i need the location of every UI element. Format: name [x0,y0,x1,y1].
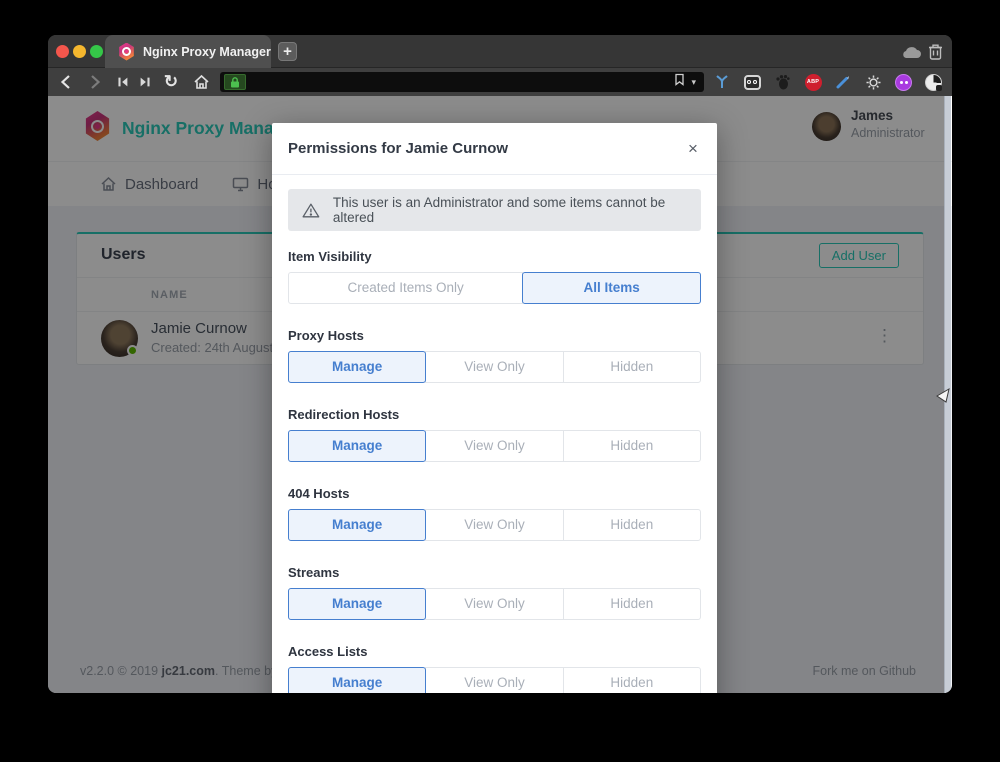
warning-triangle-icon [302,202,320,219]
modal-title: Permissions for Jamie Curnow [288,123,508,175]
option-404-hosts-view-only[interactable]: View Only [425,509,563,541]
modal-sections: Item Visibility Created Items OnlyAll Ite… [288,249,701,693]
extension-gear-icon[interactable] [864,73,882,91]
window-maximize-button[interactable] [90,45,103,58]
extension-gnome-foot-icon[interactable] [773,73,791,91]
permission-label-access-lists: Access Lists [288,644,701,659]
permission-section-redirection-hosts: Redirection Hosts ManageView OnlyHidden [288,407,701,462]
extension-adblock-plus-icon[interactable]: ABP [804,73,822,91]
skip-back-icon[interactable] [114,73,132,91]
button-group-redirection-hosts: ManageView OnlyHidden [288,430,701,462]
bookmark-dropdown-caret[interactable]: ▾ [691,77,696,88]
permission-section-404-hosts: 404 Hosts ManageView OnlyHidden [288,486,701,541]
permission-label-proxy-hosts: Proxy Hosts [288,328,701,343]
admin-warning-alert: This user is an Administrator and some i… [288,189,701,231]
trash-icon[interactable] [928,43,943,65]
option-access-lists-hidden[interactable]: Hidden [563,667,701,693]
option-redirection-hosts-hidden[interactable]: Hidden [563,430,701,462]
titlebar: Nginx Proxy Manager + [48,35,952,68]
admin-warning-text: This user is an Administrator and some i… [333,195,687,225]
forward-button[interactable] [86,73,104,91]
option-streams-manage[interactable]: Manage [288,588,426,620]
bookmark-icon[interactable] [674,73,685,91]
permission-label-item-visibility: Item Visibility [288,249,701,264]
permission-label-404-hosts: 404 Hosts [288,486,701,501]
option-streams-hidden[interactable]: Hidden [563,588,701,620]
permission-section-item-visibility: Item Visibility Created Items OnlyAll Ite… [288,249,701,304]
browser-window: Nginx Proxy Manager + ↻ [48,35,952,693]
back-button[interactable] [56,73,74,91]
permissions-modal: Permissions for Jamie Curnow × This user… [272,123,717,693]
option-404-hosts-manage[interactable]: Manage [288,509,426,541]
url-bar[interactable]: ▾ [220,72,704,92]
option-redirection-hosts-view-only[interactable]: View Only [425,430,563,462]
window-close-button[interactable] [56,45,69,58]
permission-section-streams: Streams ManageView OnlyHidden [288,565,701,620]
extension-blue-branch-icon[interactable] [713,73,731,91]
extension-container-icon[interactable] [743,73,761,91]
window-minimize-button[interactable] [73,45,86,58]
option-access-lists-view-only[interactable]: View Only [425,667,563,693]
option-item-visibility-created-items-only[interactable]: Created Items Only [288,272,523,304]
option-redirection-hosts-manage[interactable]: Manage [288,430,426,462]
permission-label-redirection-hosts: Redirection Hosts [288,407,701,422]
option-proxy-hosts-manage[interactable]: Manage [288,351,426,383]
cloud-sync-icon[interactable] [900,46,922,64]
modal-header: Permissions for Jamie Curnow × [272,123,717,175]
option-proxy-hosts-hidden[interactable]: Hidden [563,351,701,383]
option-proxy-hosts-view-only[interactable]: View Only [425,351,563,383]
option-item-visibility-all-items[interactable]: All Items [522,272,701,304]
button-group-access-lists: ManageView OnlyHidden [288,667,701,693]
permission-section-proxy-hosts: Proxy Hosts ManageView OnlyHidden [288,328,701,383]
button-group-404-hosts: ManageView OnlyHidden [288,509,701,541]
permission-section-access-lists: Access Lists ManageView OnlyHidden [288,644,701,693]
option-streams-view-only[interactable]: View Only [425,588,563,620]
browser-toolbar: ↻ ▾ ABP [48,68,952,96]
page-viewport: Nginx Proxy Manager James Administrator … [48,96,952,693]
tab-title: Nginx Proxy Manager [143,45,271,59]
option-access-lists-manage[interactable]: Manage [288,667,426,693]
reload-button[interactable]: ↻ [162,73,180,91]
skip-forward-icon[interactable] [136,73,154,91]
modal-body: This user is an Administrator and some i… [272,175,717,693]
button-group-streams: ManageView OnlyHidden [288,588,701,620]
new-tab-button[interactable]: + [278,42,297,61]
https-lock-icon[interactable] [224,74,246,90]
site-favicon [118,43,135,61]
extension-purple-circle-icon[interactable] [894,73,912,91]
button-group-item-visibility: Created Items OnlyAll Items [288,272,701,304]
extension-gauge-icon[interactable] [924,73,942,91]
browser-tab[interactable]: Nginx Proxy Manager [105,35,271,68]
button-group-proxy-hosts: ManageView OnlyHidden [288,351,701,383]
modal-close-icon[interactable]: × [681,137,705,161]
option-404-hosts-hidden[interactable]: Hidden [563,509,701,541]
home-button[interactable] [192,73,210,91]
mouse-cursor [936,387,952,404]
permission-label-streams: Streams [288,565,701,580]
extension-pen-icon[interactable] [834,73,852,91]
